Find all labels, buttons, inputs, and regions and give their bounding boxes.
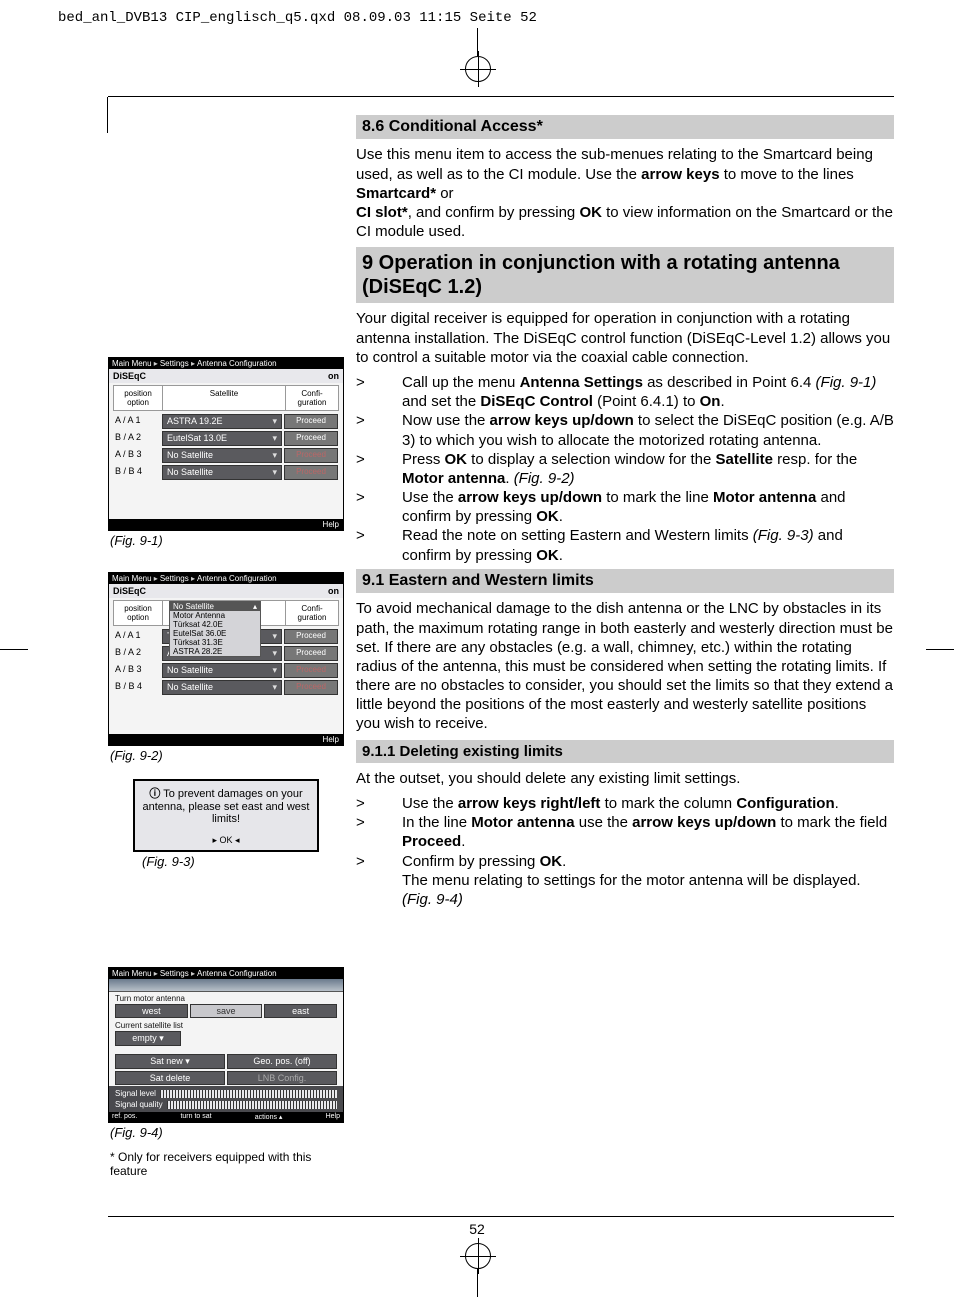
figure-caption: (Fig. 9-2) xyxy=(110,748,344,763)
step-item: >Call up the menu Antenna Settings as de… xyxy=(356,373,894,411)
geo-pos-button: Geo. pos. (off) xyxy=(227,1054,337,1069)
west-button: west xyxy=(115,1004,188,1018)
body-text: At the outset, you should delete any exi… xyxy=(356,769,894,788)
diseqc-label: DiSEqC xyxy=(113,371,146,381)
east-button: east xyxy=(264,1004,337,1018)
empty-dropdown: empty ▾ xyxy=(115,1031,181,1046)
page-number: 52 xyxy=(0,1221,954,1237)
figure-caption: (Fig. 9-1) xyxy=(110,533,344,548)
heading-9-1-1: 9.1.1 Deleting existing limits xyxy=(356,740,894,763)
figure-9-3: ⓘ To prevent damages on your antenna, pl… xyxy=(133,779,319,852)
help-label: Help xyxy=(109,519,343,530)
body-text: To avoid mechanical damage to the dish a… xyxy=(356,599,894,733)
crop-mark-icon xyxy=(477,1269,478,1297)
step-item: >Use the arrow keys up/down to mark the … xyxy=(356,488,894,526)
heading-8-6: 8.6 Conditional Access* xyxy=(356,115,894,139)
figure-caption: (Fig. 9-3) xyxy=(142,854,344,869)
figure-9-1: Main MenuSettingsAntenna Configuration D… xyxy=(108,357,344,531)
sat-new-button: Sat new ▾ xyxy=(115,1054,225,1069)
lnb-config-button: LNB Config. xyxy=(227,1071,337,1085)
save-button: save xyxy=(190,1004,263,1018)
body-text: Use this menu item to access the sub-men… xyxy=(356,145,894,241)
register-mark-icon xyxy=(465,1243,491,1269)
satellite-dropdown: No Satellite▴Motor AntennaTürksat 42.0EE… xyxy=(169,601,261,657)
step-item: >Confirm by pressing OK.The menu relatin… xyxy=(356,852,894,910)
step-item: >Read the note on setting Eastern and We… xyxy=(356,526,894,564)
figure-caption: (Fig. 9-4) xyxy=(110,1125,344,1140)
step-item: >Now use the arrow keys up/down to selec… xyxy=(356,411,894,449)
figure-9-2: Main MenuSettingsAntenna Configuration D… xyxy=(108,572,344,746)
sat-delete-button: Sat delete xyxy=(115,1071,225,1085)
print-header: bed_anl_DVB13 CIP_englisch_q5.qxd 08.09.… xyxy=(58,10,537,26)
footnote: * Only for receivers equipped with this … xyxy=(110,1150,344,1179)
crop-mark-icon xyxy=(0,649,28,650)
step-item: >In the line Motor antenna use the arrow… xyxy=(356,813,894,851)
breadcrumb: Main MenuSettingsAntenna Configuration xyxy=(109,358,343,369)
step-item: >Use the arrow keys right/left to mark t… xyxy=(356,794,894,813)
body-text: Your digital receiver is equipped for op… xyxy=(356,309,894,367)
step-item: >Press OK to display a selection window … xyxy=(356,450,894,488)
ok-label: OK xyxy=(141,835,311,846)
figure-9-4: Main MenuSettingsAntenna Configuration T… xyxy=(108,967,344,1123)
crop-mark-icon xyxy=(926,649,954,650)
info-icon: ⓘ xyxy=(149,788,160,800)
heading-9: 9 Operation in conjunction with a rotati… xyxy=(356,247,894,303)
register-mark-icon xyxy=(465,56,491,82)
diseqc-value: on xyxy=(328,371,339,381)
heading-9-1: 9.1 Eastern and Western limits xyxy=(356,569,894,593)
